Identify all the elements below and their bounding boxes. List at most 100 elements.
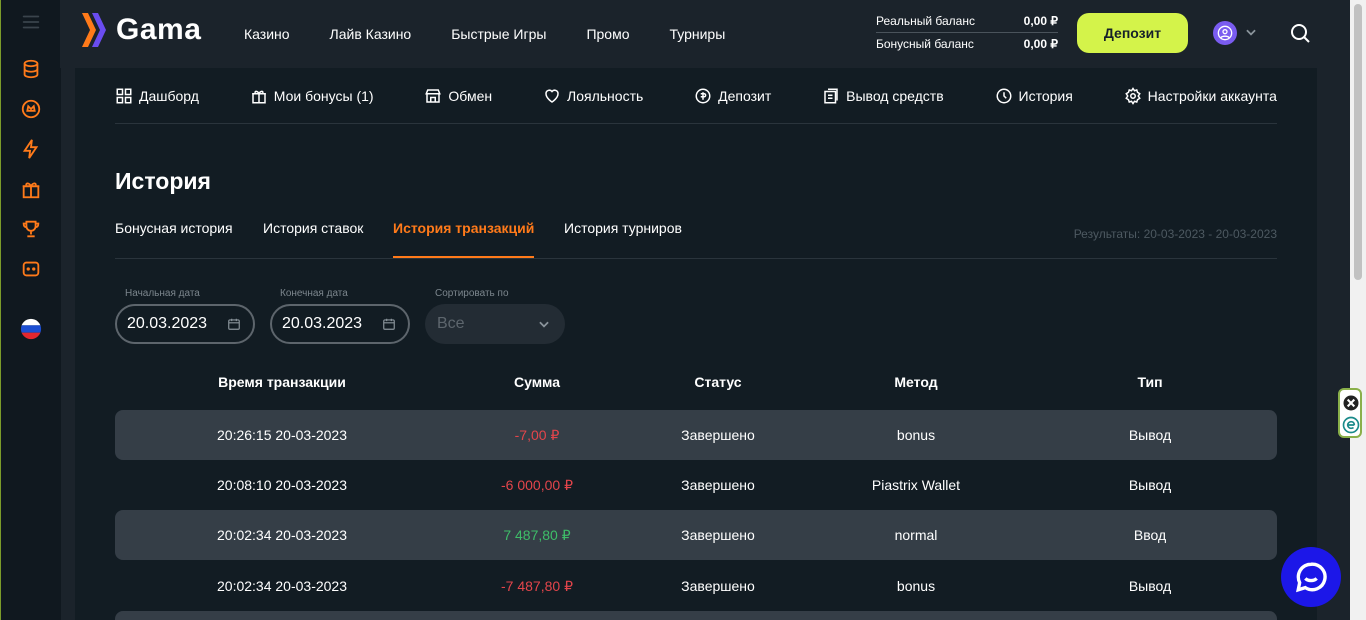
cell-amount: -6 000,00 ₽ xyxy=(501,477,573,493)
top-header: Gama Казино Лайв Казино Быстрые Игры Про… xyxy=(60,0,1350,68)
russian-flag-icon[interactable] xyxy=(19,317,43,341)
th-method: Метод xyxy=(894,374,938,390)
chevron-down-icon xyxy=(539,321,549,328)
acct-nav-label: Лояльность xyxy=(567,87,644,104)
start-date-value: 20.03.2023 xyxy=(127,315,208,332)
bonus-balance-label: Бонусный баланс xyxy=(876,37,974,51)
acct-nav-label: История xyxy=(1018,87,1073,104)
chat-bubble-icon[interactable] xyxy=(19,257,43,281)
table-row: 20:08:10 20-03-2023 -6 000,00 ₽ Завершен… xyxy=(115,460,1277,510)
page-scrollbar[interactable] xyxy=(1350,0,1366,620)
user-icon xyxy=(1217,25,1233,41)
nav-fast-games[interactable]: Быстрые Игры xyxy=(451,26,546,42)
cell-amount: 7 487,80 ₽ xyxy=(503,527,571,543)
gift-icon xyxy=(252,90,266,103)
history-icon xyxy=(996,88,1012,103)
cell-time: 20:02:34 20-03-2023 xyxy=(217,527,347,543)
tab-tournament-history[interactable]: История турниров xyxy=(564,208,682,257)
cell-type: Вывод xyxy=(1128,578,1172,594)
cell-type: Вывод xyxy=(1128,427,1172,443)
lightning-icon[interactable] xyxy=(19,137,43,161)
acct-nav-history[interactable]: История xyxy=(995,87,1073,105)
table-row-partial xyxy=(115,611,1277,620)
cell-type: Ввод xyxy=(1133,527,1167,543)
start-date-filter: Начальная дата 20.03.2023 xyxy=(115,288,255,344)
cell-method: Piastrix Wallet xyxy=(871,477,961,493)
promo-gift-icon[interactable] xyxy=(19,177,43,201)
close-icon[interactable] xyxy=(1341,393,1361,413)
gama-logo[interactable]: Gama xyxy=(80,10,201,50)
acct-nav-label: Обмен xyxy=(448,87,493,104)
logo-chevrons-icon xyxy=(82,13,106,47)
cell-type: Вывод xyxy=(1128,477,1172,493)
tab-bet-history[interactable]: История ставок xyxy=(263,208,363,257)
left-sidebar xyxy=(0,0,61,620)
tab-transaction-history[interactable]: История транзакций xyxy=(393,208,535,258)
acct-nav-withdraw[interactable]: Вывод средств xyxy=(822,87,944,105)
th-type: Тип xyxy=(1137,374,1163,390)
sort-filter: Сортировать по Все xyxy=(425,288,565,344)
start-date-label: Начальная дата xyxy=(125,288,200,299)
chat-icon xyxy=(1296,562,1327,593)
th-amount: Сумма xyxy=(513,374,561,390)
cell-status: Завершено xyxy=(681,427,755,443)
table-header: Время транзакции Сумма Статус Метод Тип xyxy=(115,374,1277,394)
acct-nav-dashboard[interactable]: Дашборд xyxy=(115,87,199,105)
cell-amount: -7,00 ₽ xyxy=(514,427,560,443)
table-row: 20:02:34 20-03-2023 -7 487,80 ₽ Завершен… xyxy=(115,561,1277,611)
cell-time: 20:08:10 20-03-2023 xyxy=(217,477,347,493)
acct-nav-label: Настройки аккаунта xyxy=(1147,87,1277,104)
tab-bonus-history[interactable]: Бонусная история xyxy=(115,208,233,257)
acct-nav-exchange[interactable]: Обмен xyxy=(424,87,492,105)
deposit-button[interactable]: Депозит xyxy=(1077,13,1188,53)
end-date-value: 20.03.2023 xyxy=(282,315,363,332)
sort-label: Сортировать по xyxy=(435,288,509,299)
scrollbar-thumb[interactable] xyxy=(1354,4,1362,280)
cell-method: normal xyxy=(894,527,938,543)
end-date-input[interactable]: 20.03.2023 xyxy=(270,304,410,344)
acct-nav-loyalty[interactable]: Лояльность xyxy=(543,87,643,105)
search-icon[interactable] xyxy=(1288,21,1312,45)
live-crown-icon[interactable] xyxy=(19,97,43,121)
real-balance-row: Реальный баланс 0,00 ₽ xyxy=(876,10,1058,33)
extension-e-icon[interactable] xyxy=(1341,415,1361,435)
settings-icon xyxy=(1124,86,1141,105)
nav-live-casino[interactable]: Лайв Казино xyxy=(330,26,412,42)
cell-method: bonus xyxy=(896,578,936,594)
cell-status: Завершено xyxy=(681,578,755,594)
avatar[interactable] xyxy=(1213,21,1237,45)
logo-text: Gama xyxy=(116,13,202,46)
nav-tournaments[interactable]: Турниры xyxy=(669,26,725,42)
nav-promo[interactable]: Промо xyxy=(586,26,629,42)
real-balance-value: 0,00 ₽ xyxy=(1023,14,1058,28)
menu-icon[interactable] xyxy=(19,10,43,34)
cell-time: 20:02:34 20-03-2023 xyxy=(217,578,347,594)
end-date-label: Конечная дата xyxy=(280,288,348,299)
nav-casino[interactable]: Казино xyxy=(244,26,290,42)
calendar-icon[interactable] xyxy=(227,317,241,331)
acct-nav-bonuses[interactable]: Мои бонусы (1) xyxy=(250,87,374,105)
cell-status: Завершено xyxy=(681,477,755,493)
bonus-balance-value: 0,00 ₽ xyxy=(1023,37,1058,51)
cell-amount: -7 487,80 ₽ xyxy=(501,578,573,594)
acct-nav-settings[interactable]: Настройки аккаунта xyxy=(1124,86,1277,105)
acct-nav-deposit[interactable]: Депозит xyxy=(694,87,771,105)
start-date-input[interactable]: 20.03.2023 xyxy=(115,304,255,344)
account-nav: Дашборд Мои бонусы (1) Обмен Лояльность … xyxy=(115,68,1277,124)
acct-nav-label: Мои бонусы (1) xyxy=(273,87,374,104)
sort-value: Все xyxy=(437,315,465,332)
coin-icon xyxy=(695,88,711,103)
trophy-icon[interactable] xyxy=(19,217,43,241)
cell-method: bonus xyxy=(896,427,936,443)
sort-select[interactable]: Все xyxy=(425,304,565,344)
end-date-filter: Конечная дата 20.03.2023 xyxy=(270,288,410,344)
support-chat-button[interactable] xyxy=(1281,547,1341,607)
chevron-down-icon[interactable] xyxy=(1244,25,1258,39)
calendar-icon[interactable] xyxy=(382,317,396,331)
table-row: 20:26:15 20-03-2023 -7,00 ₽ Завершено bo… xyxy=(115,410,1277,460)
acct-nav-label: Дашборд xyxy=(139,87,199,104)
cell-time: 20:26:15 20-03-2023 xyxy=(217,427,347,443)
extension-widget[interactable] xyxy=(1338,388,1362,438)
casino-coins-icon[interactable] xyxy=(19,57,43,81)
page-title: История xyxy=(115,168,211,194)
